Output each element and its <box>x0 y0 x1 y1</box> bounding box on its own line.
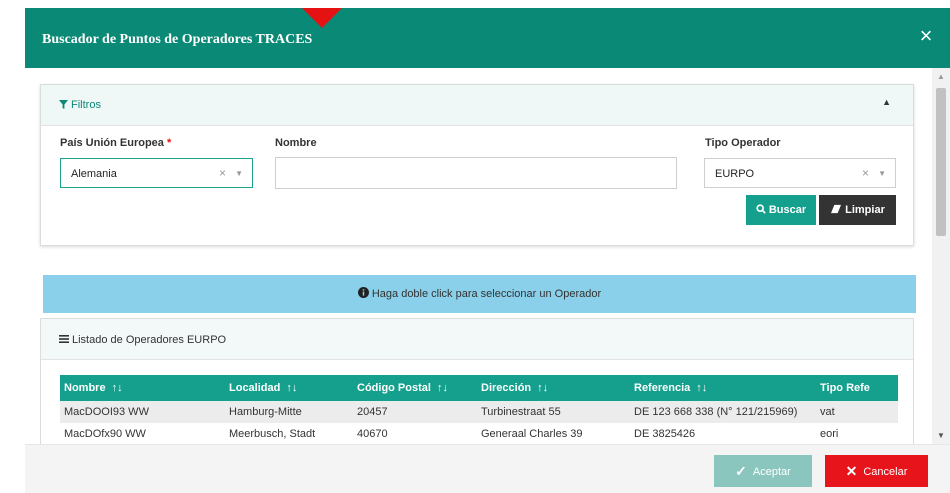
cell-referencia: DE 3825426 <box>634 428 696 440</box>
list-title: Listado de Operadores EURPO <box>59 334 226 346</box>
column-direccion[interactable]: Dirección ↑↓ <box>481 382 548 394</box>
cancelar-button[interactable]: ✕ Cancelar <box>825 455 928 487</box>
filters-title: Filtros <box>59 99 101 111</box>
sort-icon[interactable]: ↑↓ <box>286 382 297 394</box>
cell-nombre: MacDOfx90 WW <box>64 428 146 440</box>
cell-codigo-postal: 20457 <box>357 406 388 418</box>
buscar-label: Buscar <box>768 204 807 216</box>
chevron-down-icon[interactable]: ▼ <box>878 169 886 178</box>
list-icon <box>59 335 69 343</box>
info-bar: Haga doble click para seleccionar un Ope… <box>43 275 916 313</box>
column-nombre[interactable]: Nombre ↑↓ <box>64 382 123 394</box>
list-title-text: Listado de Operadores EURPO <box>72 334 227 346</box>
pais-label-text: País Unión Europea <box>60 137 164 149</box>
operators-list-panel: Listado de Operadores EURPO Nombre ↑↓ Loc… <box>40 318 914 444</box>
table-row[interactable]: MacDOfx90 WW Meerbusch, Stadt 40670 Gene… <box>60 423 898 444</box>
cell-tipo-referencia: eori <box>820 428 839 440</box>
modal-title: Buscador de Puntos de Operadores TRACES <box>42 32 313 47</box>
column-label: Dirección <box>481 382 532 394</box>
close-x-icon: ✕ <box>845 463 858 479</box>
column-label: Localidad <box>229 382 281 394</box>
column-label: Código Postal <box>357 382 431 394</box>
pais-label: País Unión Europea * <box>60 137 171 149</box>
modal-header: Buscador de Puntos de Operadores TRACES … <box>25 8 950 68</box>
sort-icon[interactable]: ↑↓ <box>696 382 707 394</box>
filters-header[interactable]: Filtros ▲ <box>41 85 913 126</box>
cell-direccion: Generaal Charles 39 <box>481 428 583 440</box>
scroll-up-icon[interactable]: ▲ <box>932 72 950 81</box>
pointer-arrow-icon <box>302 8 342 28</box>
table-header: Nombre ↑↓ Localidad ↑↓ Código Postal ↑↓ Dir… <box>60 375 898 401</box>
cell-direccion: Turbinestraat 55 <box>481 406 561 418</box>
tipo-operador-select[interactable]: EURPO × ▼ <box>704 158 896 188</box>
eraser-icon <box>831 204 842 214</box>
scrollbar-thumb[interactable] <box>936 88 946 236</box>
column-referencia[interactable]: Referencia ↑↓ <box>634 382 707 394</box>
cell-codigo-postal: 40670 <box>357 428 388 440</box>
operator-search-modal: Buscador de Puntos de Operadores TRACES … <box>25 8 950 493</box>
filters-title-text: Filtros <box>71 99 101 111</box>
column-label: Tipo Refe <box>820 382 870 394</box>
cell-localidad: Meerbusch, Stadt <box>229 428 316 440</box>
column-localidad[interactable]: Localidad ↑↓ <box>229 382 297 394</box>
collapse-icon[interactable]: ▲ <box>882 97 891 107</box>
limpiar-label: Limpiar <box>845 204 885 216</box>
aceptar-button[interactable]: ✓ Aceptar <box>714 455 812 487</box>
aceptar-label: Aceptar <box>752 466 791 478</box>
info-message: Haga doble click para seleccionar un Ope… <box>371 288 602 300</box>
modal-scrollbar[interactable]: ▲ ▼ <box>932 68 950 444</box>
close-icon[interactable]: × <box>914 22 938 50</box>
nombre-input[interactable] <box>275 157 677 189</box>
cell-tipo-referencia: vat <box>820 406 835 418</box>
filter-icon <box>59 100 68 109</box>
required-marker: * <box>166 137 172 149</box>
cell-localidad: Hamburg-Mitte <box>229 406 302 418</box>
column-tipo-referencia[interactable]: Tipo Refe <box>820 382 870 394</box>
check-icon: ✓ <box>735 463 747 479</box>
column-label: Referencia <box>634 382 691 394</box>
list-header: Listado de Operadores EURPO <box>41 319 913 360</box>
operators-table: Nombre ↑↓ Localidad ↑↓ Código Postal ↑↓ Dir… <box>60 375 898 444</box>
buscar-button[interactable]: Buscar <box>746 195 816 225</box>
info-text: Haga doble click para seleccionar un Ope… <box>43 287 916 300</box>
scroll-down-icon[interactable]: ▼ <box>932 431 950 440</box>
search-icon <box>756 204 766 214</box>
page-background <box>0 0 25 492</box>
clear-icon[interactable]: × <box>862 166 869 180</box>
tipo-operador-label: Tipo Operador <box>705 137 781 149</box>
cancelar-label: Cancelar <box>863 466 908 478</box>
nombre-label: Nombre <box>275 137 317 149</box>
chevron-down-icon[interactable]: ▼ <box>235 169 243 178</box>
cell-nombre: MacDOOI93 WW <box>64 406 149 418</box>
column-label: Nombre <box>64 382 106 394</box>
pais-value: Alemania <box>71 168 117 180</box>
pais-select[interactable]: Alemania × ▼ <box>60 158 253 188</box>
sort-icon[interactable]: ↑↓ <box>537 382 548 394</box>
modal-body: Filtros ▲ País Unión Europea * Alemania … <box>25 68 930 444</box>
filters-panel: Filtros ▲ País Unión Europea * Alemania … <box>40 84 914 246</box>
limpiar-button[interactable]: Limpiar <box>819 195 896 225</box>
clear-icon[interactable]: × <box>219 166 226 180</box>
info-icon <box>357 287 369 298</box>
sort-icon[interactable]: ↑↓ <box>112 382 123 394</box>
cell-referencia: DE 123 668 338 (N° 121/215969) <box>634 406 798 418</box>
column-codigo-postal[interactable]: Código Postal ↑↓ <box>357 382 448 394</box>
sort-icon[interactable]: ↑↓ <box>437 382 448 394</box>
modal-footer: ✓ Aceptar ✕ Cancelar <box>25 444 950 493</box>
table-row[interactable]: MacDOOI93 WW Hamburg-Mitte 20457 Turbine… <box>60 401 898 423</box>
tipo-operador-value: EURPO <box>715 168 755 180</box>
